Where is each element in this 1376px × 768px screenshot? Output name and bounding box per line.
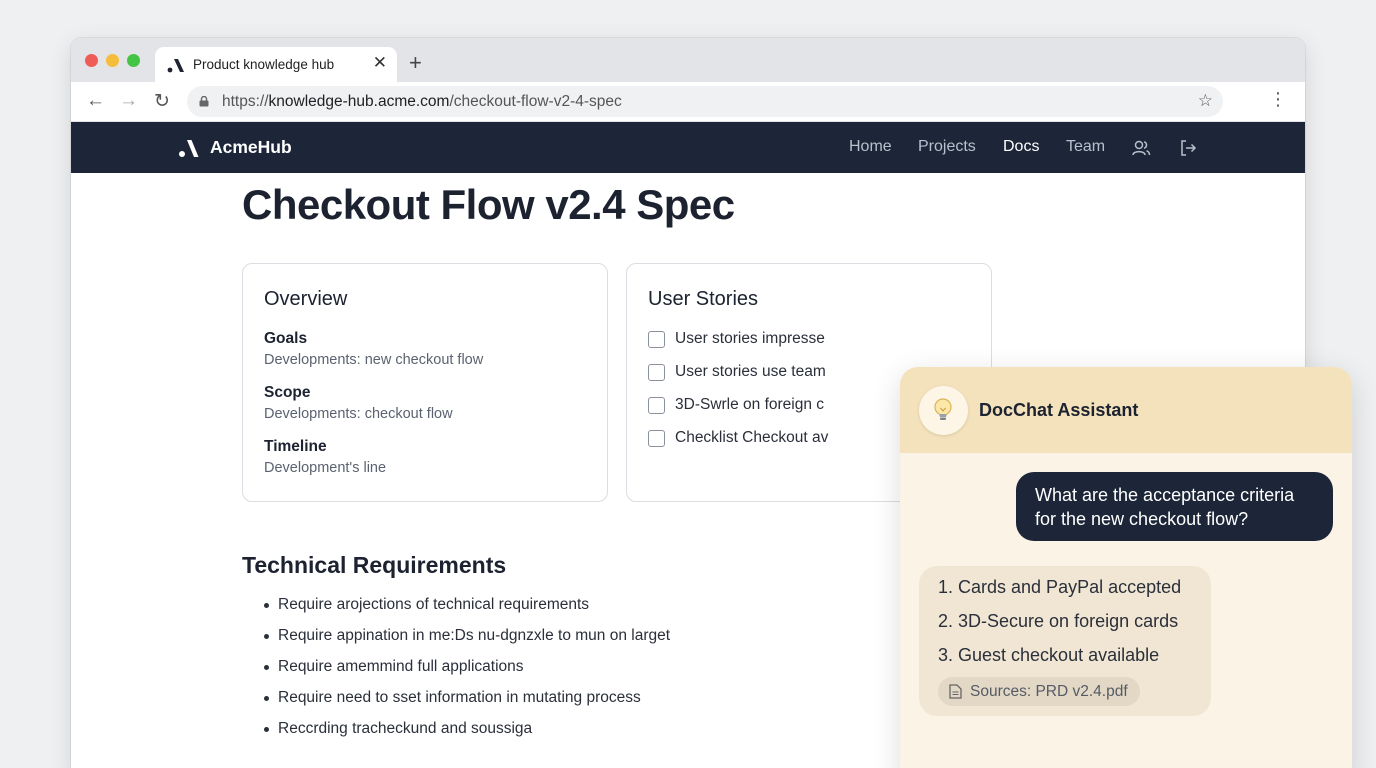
user-stories-heading: User Stories [648,288,759,310]
lock-icon [199,96,209,107]
overview-value: Developments: new checkout flow [264,352,484,368]
assistant-answer-line: 1. Cards and PayPal accepted [938,577,1182,597]
brand-name[interactable]: AcmeHub [210,137,292,158]
story-text: User stories use team [675,363,826,380]
chat-title: DocChat Assistant [979,400,1139,420]
assistant-avatar [919,386,968,435]
list-item: Require arojections of technical require… [242,596,670,627]
overview-label: Timeline [264,438,327,455]
docchat-panel: DocChat Assistant What are the acceptanc… [900,367,1352,768]
overview-card: Overview Goals Developments: new checkou… [242,263,608,502]
technical-requirements-list: Require arojections of technical require… [242,596,670,751]
forward-arrow-icon[interactable]: → [119,90,138,112]
nav-home[interactable]: Home [849,138,892,156]
overview-goals: Goals Developments: new checkout flow [264,330,483,368]
list-item: Reccrding tracheckund and soussiga [242,720,670,751]
story-checkbox[interactable] [648,430,665,447]
story-checkbox[interactable] [648,364,665,381]
story-text: Checklist Checkout av [675,429,829,446]
url-path: /checkout-flow-v2-4-spec [449,93,622,110]
user-message-bubble: What are the acceptance criteria for the… [1016,472,1333,541]
overview-value: Developments: checkout flow [264,406,453,422]
overview-scope: Scope Developments: checkout flow [264,384,453,422]
list-item: Require appination in me:Ds nu-dgnzxle t… [242,627,670,658]
browser-toolbar: ← → ↻ https://knowledge-hub.acme.com/che… [71,82,1305,122]
tab-strip: Product knowledge hub ✕ + [71,38,1305,82]
nav-docs[interactable]: Docs [1003,138,1039,156]
close-window-button[interactable] [85,54,98,67]
assistant-message-bubble: 1. Cards and PayPal accepted 2. 3D-Secur… [919,566,1211,716]
browser-menu-icon[interactable]: ⋮ [1269,89,1287,110]
overview-label: Scope [264,384,311,401]
nav-projects[interactable]: Projects [918,138,976,156]
url-scheme: https:// [222,93,269,110]
assistant-answer-line: 2. 3D-Secure on foreign cards [938,611,1179,631]
logout-icon[interactable] [1178,138,1198,158]
document-icon [949,684,962,699]
nav-team[interactable]: Team [1066,138,1105,156]
users-icon[interactable] [1131,138,1151,158]
overview-value: Development's line [264,460,387,476]
minimize-window-button[interactable] [106,54,119,67]
lightbulb-icon [934,398,952,420]
overview-heading: Overview [264,288,348,310]
story-text: User stories impresse [675,330,825,347]
acmehub-logo-icon [179,140,199,157]
overview-timeline: Timeline Development's line [264,438,386,476]
assistant-answer-line: 3. Guest checkout available [938,645,1160,665]
source-text: Sources: PRD v2.4.pdf [970,683,1128,700]
chat-header: DocChat Assistant [900,367,1352,453]
url-text: https://knowledge-hub.acme.com/checkout-… [222,93,622,111]
browser-tab[interactable]: Product knowledge hub ✕ [155,47,397,82]
address-bar[interactable]: https://knowledge-hub.acme.com/checkout-… [187,86,1223,117]
source-chip[interactable]: Sources: PRD v2.4.pdf [938,677,1140,706]
bookmark-star-icon[interactable]: ☆ [1198,91,1213,111]
story-checkbox[interactable] [648,397,665,414]
technical-requirements-heading: Technical Requirements [242,552,507,578]
acme-logo-icon [167,59,184,73]
story-text: 3D-Swrle on foreign c [675,396,825,413]
maximize-window-button[interactable] [127,54,140,67]
url-host: knowledge-hub.acme.com [268,93,450,110]
list-item: Require amemmind full applications [242,658,670,689]
story-checkbox[interactable] [648,331,665,348]
site-header: AcmeHub Home Projects Docs Team [71,122,1305,173]
overview-label: Goals [264,330,308,347]
tab-title: Product knowledge hub [193,57,335,72]
back-arrow-icon[interactable]: ← [86,90,105,112]
list-item: Require need to sset information in muta… [242,689,670,720]
reload-icon[interactable]: ↻ [154,90,170,113]
page-title: Checkout Flow v2.4 Spec [242,181,735,228]
new-tab-button[interactable]: + [409,50,422,76]
tab-close-icon[interactable]: ✕ [373,53,387,73]
